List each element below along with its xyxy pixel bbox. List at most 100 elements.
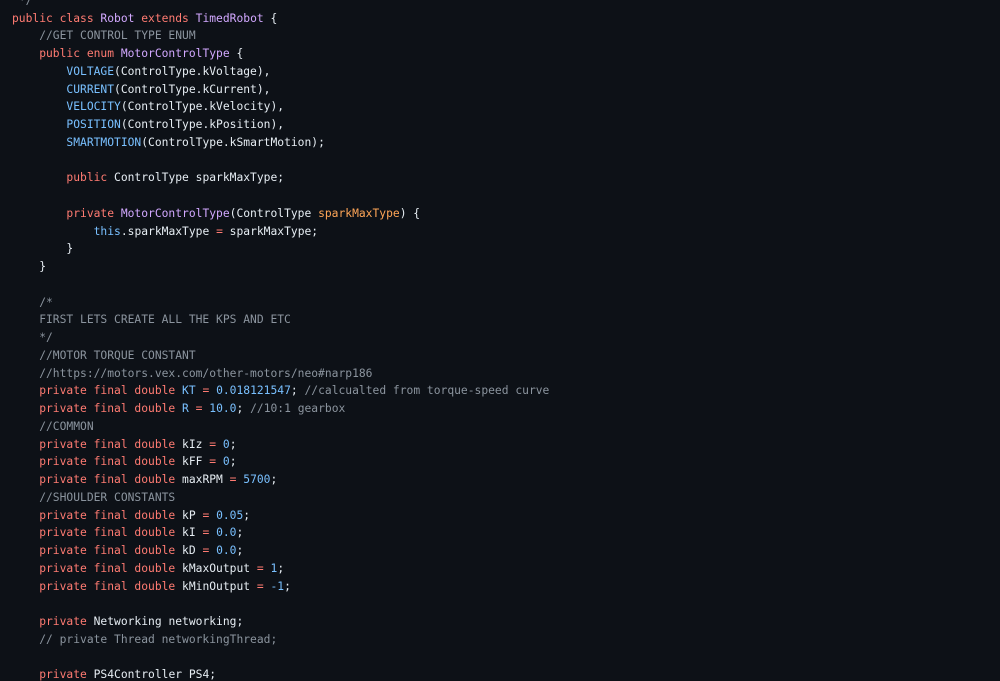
code-token: maxRPM <box>182 473 230 487</box>
code-token: //calcualted from torque-speed curve <box>304 384 550 398</box>
code-token: 0 <box>222 437 230 451</box>
code-token: PS4Controller PS4; <box>93 668 217 681</box>
code-line: private final double KT = 0.018121547; /… <box>12 382 549 400</box>
code-token: { <box>263 11 278 25</box>
code-token: CURRENT <box>66 82 115 96</box>
code-line: POSITION(ControlType.kPosition), <box>12 116 549 134</box>
code-token: Robot <box>100 11 135 25</box>
code-token: extends <box>134 11 196 25</box>
code-token: ; <box>229 455 237 469</box>
code-line: this.sparkMaxType = sparkMaxType; <box>12 223 549 241</box>
code-line: //MOTOR TORQUE CONSTANT <box>12 347 549 365</box>
code-token: (ControlType.kVoltage), <box>114 64 271 78</box>
code-token: kP <box>182 508 203 522</box>
code-token: private <box>12 615 94 629</box>
code-token: ; <box>229 437 237 451</box>
code-line: VOLTAGE(ControlType.kVoltage), <box>12 63 549 81</box>
code-line: private final double kI = 0.0; <box>12 524 549 542</box>
code-line: SMARTMOTION(ControlType.kSmartMotion); <box>12 134 549 152</box>
code-token: = <box>188 402 210 416</box>
code-token: } <box>12 242 74 256</box>
code-token: 5700 <box>243 473 271 487</box>
code-token: private <box>12 668 94 681</box>
code-token: (ControlType.kSmartMotion); <box>141 135 325 149</box>
code-token: Networking networking; <box>93 615 244 629</box>
code-token: */ <box>12 0 33 7</box>
code-line: // private Thread networkingThread; <box>12 631 549 649</box>
code-view: */ public class Robot extends TimedRobot … <box>12 0 992 681</box>
code-token: 0.018121547 <box>216 384 291 398</box>
code-token: FIRST LETS CREATE ALL THE KPS AND ETC <box>12 313 291 327</box>
code-token: public <box>12 171 115 185</box>
code-token: private final double <box>12 561 183 575</box>
code-token: kIz <box>182 437 210 451</box>
code-line: private MotorControlType(ControlType spa… <box>12 205 549 223</box>
code-token: = <box>256 579 264 593</box>
code-token: ControlType sparkMaxType; <box>114 171 285 185</box>
code-token: private final double <box>12 579 183 593</box>
code-token: = <box>216 224 223 238</box>
code-line: private final double maxRPM = 5700; <box>12 471 549 489</box>
code-line: CURRENT(ControlType.kCurrent), <box>12 81 549 99</box>
code-line: public enum MotorControlType { <box>12 45 549 63</box>
code-line: public class Robot extends TimedRobot { <box>12 10 549 28</box>
code-token: .sparkMaxType <box>120 224 217 238</box>
code-line: private final double kMaxOutput = 1; <box>12 560 549 578</box>
code-token: -1 <box>270 579 285 593</box>
code-token: (ControlType <box>229 206 319 220</box>
code-token: ; <box>277 561 285 575</box>
code-line: FIRST LETS CREATE ALL THE KPS AND ETC <box>12 311 549 329</box>
code-token: SMARTMOTION <box>66 135 142 149</box>
code-token: kMinOutput <box>182 579 257 593</box>
code-token: ; <box>290 384 305 398</box>
code-token: public enum <box>12 47 121 61</box>
code-token: = <box>256 561 264 575</box>
code-token: private final double <box>12 544 183 558</box>
code-token: 0.0 <box>216 526 237 540</box>
code-token: POSITION <box>66 118 121 132</box>
code-line: private final double kIz = 0; <box>12 436 549 454</box>
code-token: //MOTOR TORQUE CONSTANT <box>12 348 196 362</box>
code-token: kD <box>182 544 203 558</box>
code-token: private final double <box>12 526 183 540</box>
code-token: ; <box>236 526 244 540</box>
code-line: /* <box>12 294 549 312</box>
code-token: MotorControlType <box>120 47 230 61</box>
code-token: 10.0 <box>209 402 237 416</box>
code-token: R <box>182 402 189 416</box>
code-line: private final double kFF = 0; <box>12 453 549 471</box>
code-token: 0.05 <box>216 508 244 522</box>
code-token: private final double <box>12 437 183 451</box>
code-token: private <box>12 206 121 220</box>
code-token: this <box>93 224 121 238</box>
code-token: private final double <box>12 508 183 522</box>
code-line: public ControlType sparkMaxType; <box>12 169 549 187</box>
code-token: kI <box>182 526 203 540</box>
code-token: ; <box>270 473 278 487</box>
code-token: // private Thread networkingThread; <box>12 632 278 646</box>
code-token: public class <box>12 11 101 25</box>
code-token: /* <box>12 295 53 309</box>
code-line: private PS4Controller PS4; <box>12 666 549 681</box>
code-token: (ControlType.kVelocity), <box>120 100 285 114</box>
code-line: //https://motors.vex.com/other-motors/ne… <box>12 365 549 383</box>
code-token: { <box>229 47 244 61</box>
code-line: */ <box>12 329 549 347</box>
code-token: //GET CONTROL TYPE ENUM <box>12 29 196 43</box>
code-token: sparkMaxType <box>318 206 400 220</box>
code-token: private final double <box>12 384 183 398</box>
code-line: //GET CONTROL TYPE ENUM <box>12 27 549 45</box>
code-token: //COMMON <box>12 419 94 433</box>
code-token: VELOCITY <box>66 100 121 114</box>
code-token: ) { <box>399 206 421 220</box>
code-line: } <box>12 258 549 276</box>
